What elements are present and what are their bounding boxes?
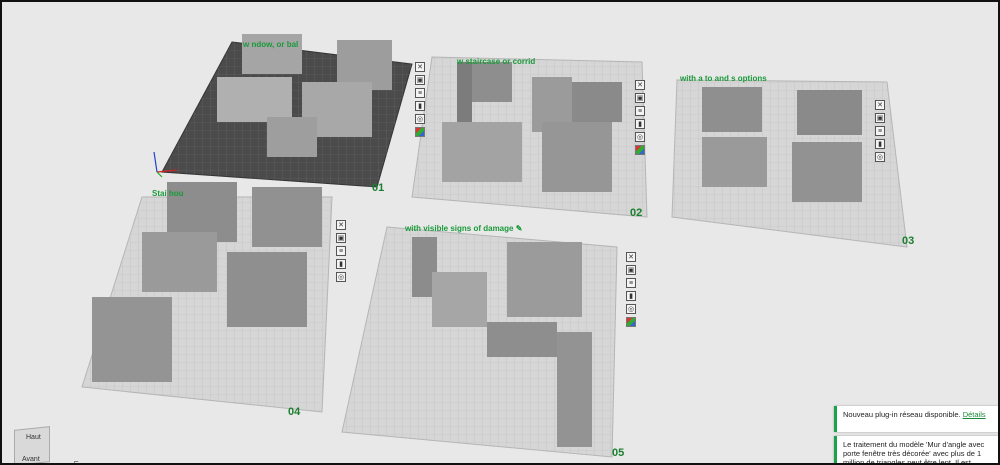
camera-view-icon[interactable]: ⌐: [74, 457, 88, 463]
close-icon[interactable]: ✕: [415, 62, 425, 72]
cube-top-label: Haut: [26, 434, 41, 441]
color-icon[interactable]: [415, 127, 425, 137]
image-icon[interactable]: ▣: [415, 75, 425, 85]
settings-icon[interactable]: ◎: [415, 114, 425, 124]
settings-icon[interactable]: ◎: [635, 132, 645, 142]
settings-icon[interactable]: ◎: [336, 272, 346, 282]
plate-caption-01: w ndow, or bal: [243, 40, 299, 49]
stack-icon[interactable]: ≡: [626, 278, 636, 288]
plate-number-02: 02: [630, 207, 643, 219]
plate-01[interactable]: [153, 34, 413, 188]
color-icon[interactable]: [635, 145, 645, 155]
plate-03[interactable]: [671, 79, 908, 248]
plate-number-05: 05: [612, 447, 625, 459]
axis-z: [153, 151, 158, 173]
close-icon[interactable]: ✕: [635, 80, 645, 90]
plate-03-tools: ✕ ▣ ≡ ▮ ◎: [875, 100, 885, 162]
lock-icon[interactable]: ▮: [626, 291, 636, 301]
model-warning-notification: Le traitement du modèle 'Mur d'angle ave…: [834, 436, 998, 463]
close-icon[interactable]: ✕: [875, 100, 885, 110]
close-icon[interactable]: ✕: [336, 220, 346, 230]
plate-02[interactable]: [411, 56, 648, 218]
3d-viewport[interactable]: 01 02 03 04 05 w ndow, or bal w staircas…: [2, 2, 998, 463]
color-icon[interactable]: [626, 317, 636, 327]
plate-02-tools: ✕ ▣ ≡ ▮ ◎: [635, 80, 645, 155]
lock-icon[interactable]: ▮: [415, 101, 425, 111]
plate-number-01: 01: [372, 182, 385, 194]
warning-notification-text: Le traitement du modèle 'Mur d'angle ave…: [843, 440, 985, 463]
plate-number-04: 04: [288, 406, 301, 418]
plugin-notification: Nouveau plug-in réseau disponible. Détai…: [834, 406, 998, 432]
image-icon[interactable]: ▣: [635, 93, 645, 103]
plate-04-tools: ✕ ▣ ≡ ▮ ◎: [336, 220, 346, 282]
cube-front-label: Avant: [22, 456, 40, 463]
navigation-cube[interactable]: Haut Avant: [4, 426, 52, 463]
stack-icon[interactable]: ≡: [875, 126, 885, 136]
stack-icon[interactable]: ≡: [635, 106, 645, 116]
image-icon[interactable]: ▣: [875, 113, 885, 123]
plate-05-tools: ✕ ▣ ≡ ▮ ◎: [626, 252, 636, 327]
image-icon[interactable]: ▣: [336, 233, 346, 243]
stack-icon[interactable]: ≡: [415, 88, 425, 98]
lock-icon[interactable]: ▮: [635, 119, 645, 129]
details-link[interactable]: Détails: [963, 410, 986, 419]
axis-y: [156, 171, 163, 178]
lock-icon[interactable]: ▮: [336, 259, 346, 269]
plate-caption-05: with visible signs of damage ✎: [405, 224, 523, 233]
plugin-notification-text: Nouveau plug-in réseau disponible.: [843, 410, 961, 419]
plate-caption-02: w staircase or corrid: [457, 57, 536, 66]
stack-icon[interactable]: ≡: [336, 246, 346, 256]
plate-caption-04: Stai hou: [152, 189, 184, 198]
plate-01-tools: ✕ ▣ ≡ ▮ ◎: [415, 62, 425, 137]
plate-caption-03: with a to and s options: [680, 74, 767, 83]
plate-number-03: 03: [902, 235, 915, 247]
close-icon[interactable]: ✕: [626, 252, 636, 262]
settings-icon[interactable]: ◎: [626, 304, 636, 314]
plate-04[interactable]: [81, 182, 333, 413]
plate-05[interactable]: [341, 226, 618, 458]
lock-icon[interactable]: ▮: [875, 139, 885, 149]
settings-icon[interactable]: ◎: [875, 152, 885, 162]
image-icon[interactable]: ▣: [626, 265, 636, 275]
